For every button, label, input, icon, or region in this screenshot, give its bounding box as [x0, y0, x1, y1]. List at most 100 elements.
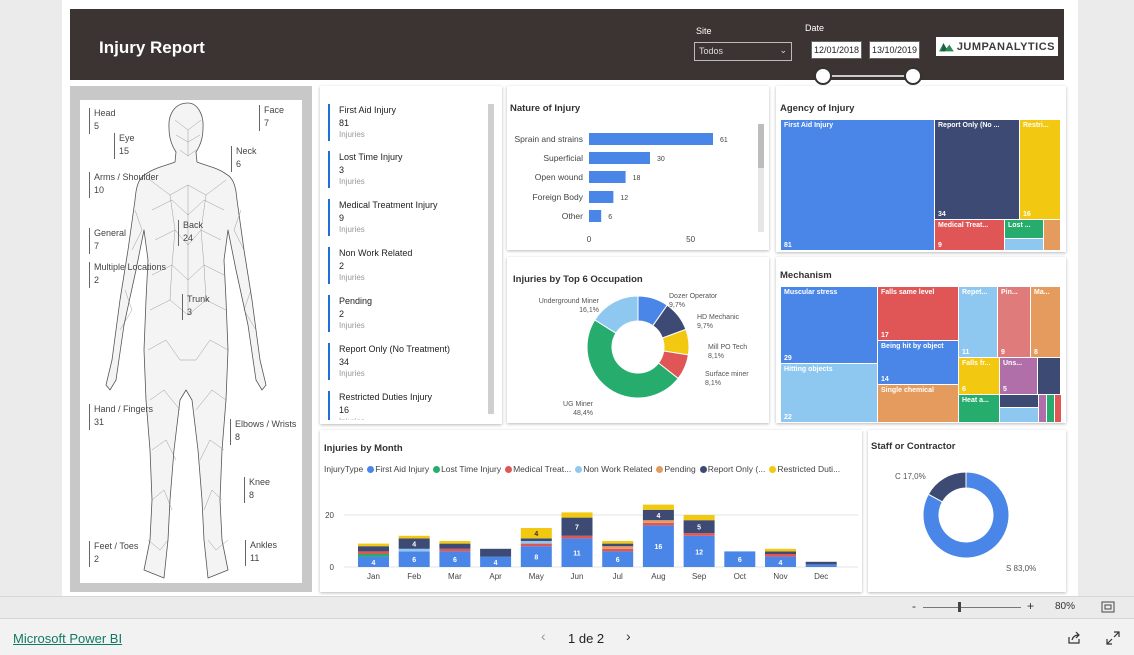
mechanism-small-cell-5[interactable]	[1054, 394, 1062, 423]
mechanism-manual-cell[interactable]: Ma... 8	[1030, 286, 1061, 358]
nature-chart-scroll-thumb[interactable]	[758, 124, 764, 168]
powerbi-brand-link[interactable]: Microsoft Power BI	[13, 631, 122, 646]
month-bar-segment[interactable]	[765, 551, 796, 554]
body-part-ankles[interactable]: Ankles 11	[245, 539, 277, 566]
mechanism-falls-from-height-cell[interactable]: Falls fr... 6	[958, 357, 1000, 395]
month-bar-segment[interactable]	[561, 535, 593, 539]
kpi-lost-time-injury[interactable]: Lost Time Injury 3 Injuries	[328, 151, 448, 188]
staff-donut-chart[interactable]: C 17,0% S 83,0%	[868, 430, 1066, 592]
date-slider-start-handle[interactable]	[814, 67, 832, 85]
month-bar-segment[interactable]	[358, 543, 389, 547]
month-bar-segment[interactable]	[683, 533, 715, 536]
body-part-arms-shoulder[interactable]: Arms / Shoulder 10	[89, 171, 159, 198]
body-part-hand-fingers[interactable]: Hand / Fingers 31	[89, 403, 153, 430]
month-bar-segment[interactable]	[642, 504, 674, 510]
kpi-pending[interactable]: Pending 2 Injuries	[328, 295, 448, 332]
body-part-multiple-locations[interactable]: Multiple Locations 2	[89, 261, 166, 288]
agency-restricted-cell[interactable]: Restri... 16	[1019, 119, 1061, 220]
body-part-feet-toes[interactable]: Feet / Toes 2	[89, 540, 138, 567]
zoom-in-button[interactable]: +	[1027, 599, 1034, 613]
kpi-first-aid-injury[interactable]: First Aid Injury 81 Injuries	[328, 104, 448, 141]
body-part-elbows-wrists[interactable]: Elbows / Wrists 8	[230, 418, 296, 445]
month-bar-segment[interactable]	[602, 543, 634, 547]
mechanism-small-cell-2[interactable]	[999, 407, 1039, 423]
date-to-input[interactable]: 13/10/2019	[869, 41, 920, 59]
body-part-face[interactable]: Face 7	[259, 104, 284, 131]
mechanism-heat-cell[interactable]: Heat a...	[958, 394, 1000, 423]
body-part-knee[interactable]: Knee 8	[244, 476, 270, 503]
mechanism-hit-by-object-cell[interactable]: Being hit by object 14	[877, 340, 959, 385]
agency-pending-cell[interactable]	[1043, 219, 1061, 251]
kpi-list-scrollbar[interactable]	[488, 104, 494, 414]
mechanism-hitting-objects-cell[interactable]: Hitting objects 22	[780, 363, 878, 423]
month-bar-segment[interactable]	[439, 543, 471, 549]
agency-lost-time-cell[interactable]: Lost ...	[1004, 219, 1044, 239]
month-bar-segment[interactable]	[358, 554, 389, 557]
month-bar-segment[interactable]	[602, 546, 634, 549]
agency-report-only-cell[interactable]: Report Only (No ... 34	[934, 119, 1020, 220]
month-bar-segment[interactable]	[358, 551, 389, 554]
zoom-slider[interactable]	[923, 607, 1021, 608]
month-bar-segment[interactable]	[520, 543, 552, 547]
mechanism-pinned-cell[interactable]: Pin... 9	[997, 286, 1031, 358]
month-bar-segment[interactable]	[602, 548, 634, 552]
nature-bar[interactable]	[589, 152, 650, 164]
body-part-eye[interactable]: Eye 15	[114, 132, 135, 159]
month-bar-segment[interactable]	[480, 548, 512, 557]
mechanism-falls-same-level-cell[interactable]: Falls same level 17	[877, 286, 959, 341]
month-bar-segment[interactable]	[520, 541, 552, 544]
month-bar-segment[interactable]	[683, 515, 715, 521]
nature-bar-chart[interactable]: Sprain and strains 61 Superficial 30 Open wo…	[507, 86, 769, 250]
zoom-slider-handle[interactable]	[958, 602, 961, 612]
month-bar-segment[interactable]	[805, 561, 837, 565]
kpi-restricted-duties-injury[interactable]: Restricted Duties Injury16Injuries	[328, 391, 448, 420]
fit-to-page-icon[interactable]	[1101, 601, 1115, 613]
month-bar-segment[interactable]	[805, 564, 837, 567]
mechanism-single-chemical-cell[interactable]: Single chemical	[877, 384, 959, 423]
body-part-trunk[interactable]: Trunk 3	[182, 293, 210, 320]
month-bar-segment[interactable]	[561, 512, 593, 518]
month-bar-segment[interactable]	[520, 538, 552, 541]
mechanism-repetitive-cell[interactable]: Repet... 11	[958, 286, 998, 358]
month-stacked-bar-chart[interactable]: 0 20 4 Jan 6 4 Feb 6 Mar 4 Apr 8 4 May 11 7 Jun 6 Jul 16 4 Au…	[320, 430, 862, 592]
agency-first-aid-cell[interactable]: First Aid Injury 81	[780, 119, 935, 251]
prev-page-icon[interactable]: ‹	[541, 628, 546, 644]
month-bar-segment[interactable]	[398, 535, 430, 539]
month-bar-segment[interactable]	[358, 546, 389, 552]
month-bar-segment[interactable]	[642, 522, 674, 526]
share-icon[interactable]	[1067, 631, 1081, 645]
mechanism-small-cell-1[interactable]	[999, 394, 1039, 408]
nature-bar[interactable]	[589, 210, 602, 222]
mechanism-unspecified-cell[interactable]: Uns... 5	[999, 357, 1038, 395]
kpi-report-only[interactable]: Report Only (No Treatment) 34 Injuries	[328, 343, 450, 380]
body-part-back[interactable]: Back 24	[178, 219, 203, 246]
mechanism-muscular-stress-cell[interactable]: Muscular stress 29	[780, 286, 878, 364]
nature-bar[interactable]	[589, 191, 614, 203]
month-bar-segment[interactable]	[642, 520, 674, 523]
zoom-out-button[interactable]: -	[912, 599, 916, 613]
mechanism-other-cell[interactable]	[1037, 357, 1061, 395]
month-bar-segment[interactable]	[765, 548, 796, 552]
agency-medical-cell[interactable]: Medical Treat... 9	[934, 219, 1005, 251]
body-part-neck[interactable]: Neck 6	[231, 145, 257, 172]
month-bar-segment[interactable]	[398, 548, 430, 552]
kpi-non-work-related[interactable]: Non Work Related 2 Injuries	[328, 247, 448, 284]
occupation-donut-chart[interactable]: Dozer Operator 9,7% HD Mechanic 9,7% Mill PO…	[507, 257, 769, 423]
nature-bar[interactable]	[589, 133, 713, 145]
date-slider-end-handle[interactable]	[904, 67, 922, 85]
date-slider-track[interactable]	[822, 75, 912, 77]
month-bar-segment[interactable]	[602, 541, 634, 544]
site-dropdown[interactable]: Todos ⌄	[694, 42, 792, 61]
month-bar-segment[interactable]	[439, 548, 471, 552]
month-data-label: 6	[412, 557, 416, 564]
next-page-icon[interactable]: ›	[626, 628, 631, 644]
fullscreen-icon[interactable]	[1106, 631, 1120, 645]
month-bar-segment[interactable]	[439, 541, 471, 544]
agency-non-work-cell[interactable]	[1004, 238, 1044, 251]
month-bar-segment[interactable]	[765, 554, 796, 557]
body-part-head[interactable]: Head 5	[89, 107, 116, 134]
nature-bar[interactable]	[589, 171, 626, 183]
kpi-medical-treatment-injury[interactable]: Medical Treatment Injury 9 Injuries	[328, 199, 448, 236]
date-from-input[interactable]: 12/01/2018	[811, 41, 862, 59]
body-part-general[interactable]: General 7	[89, 227, 126, 254]
